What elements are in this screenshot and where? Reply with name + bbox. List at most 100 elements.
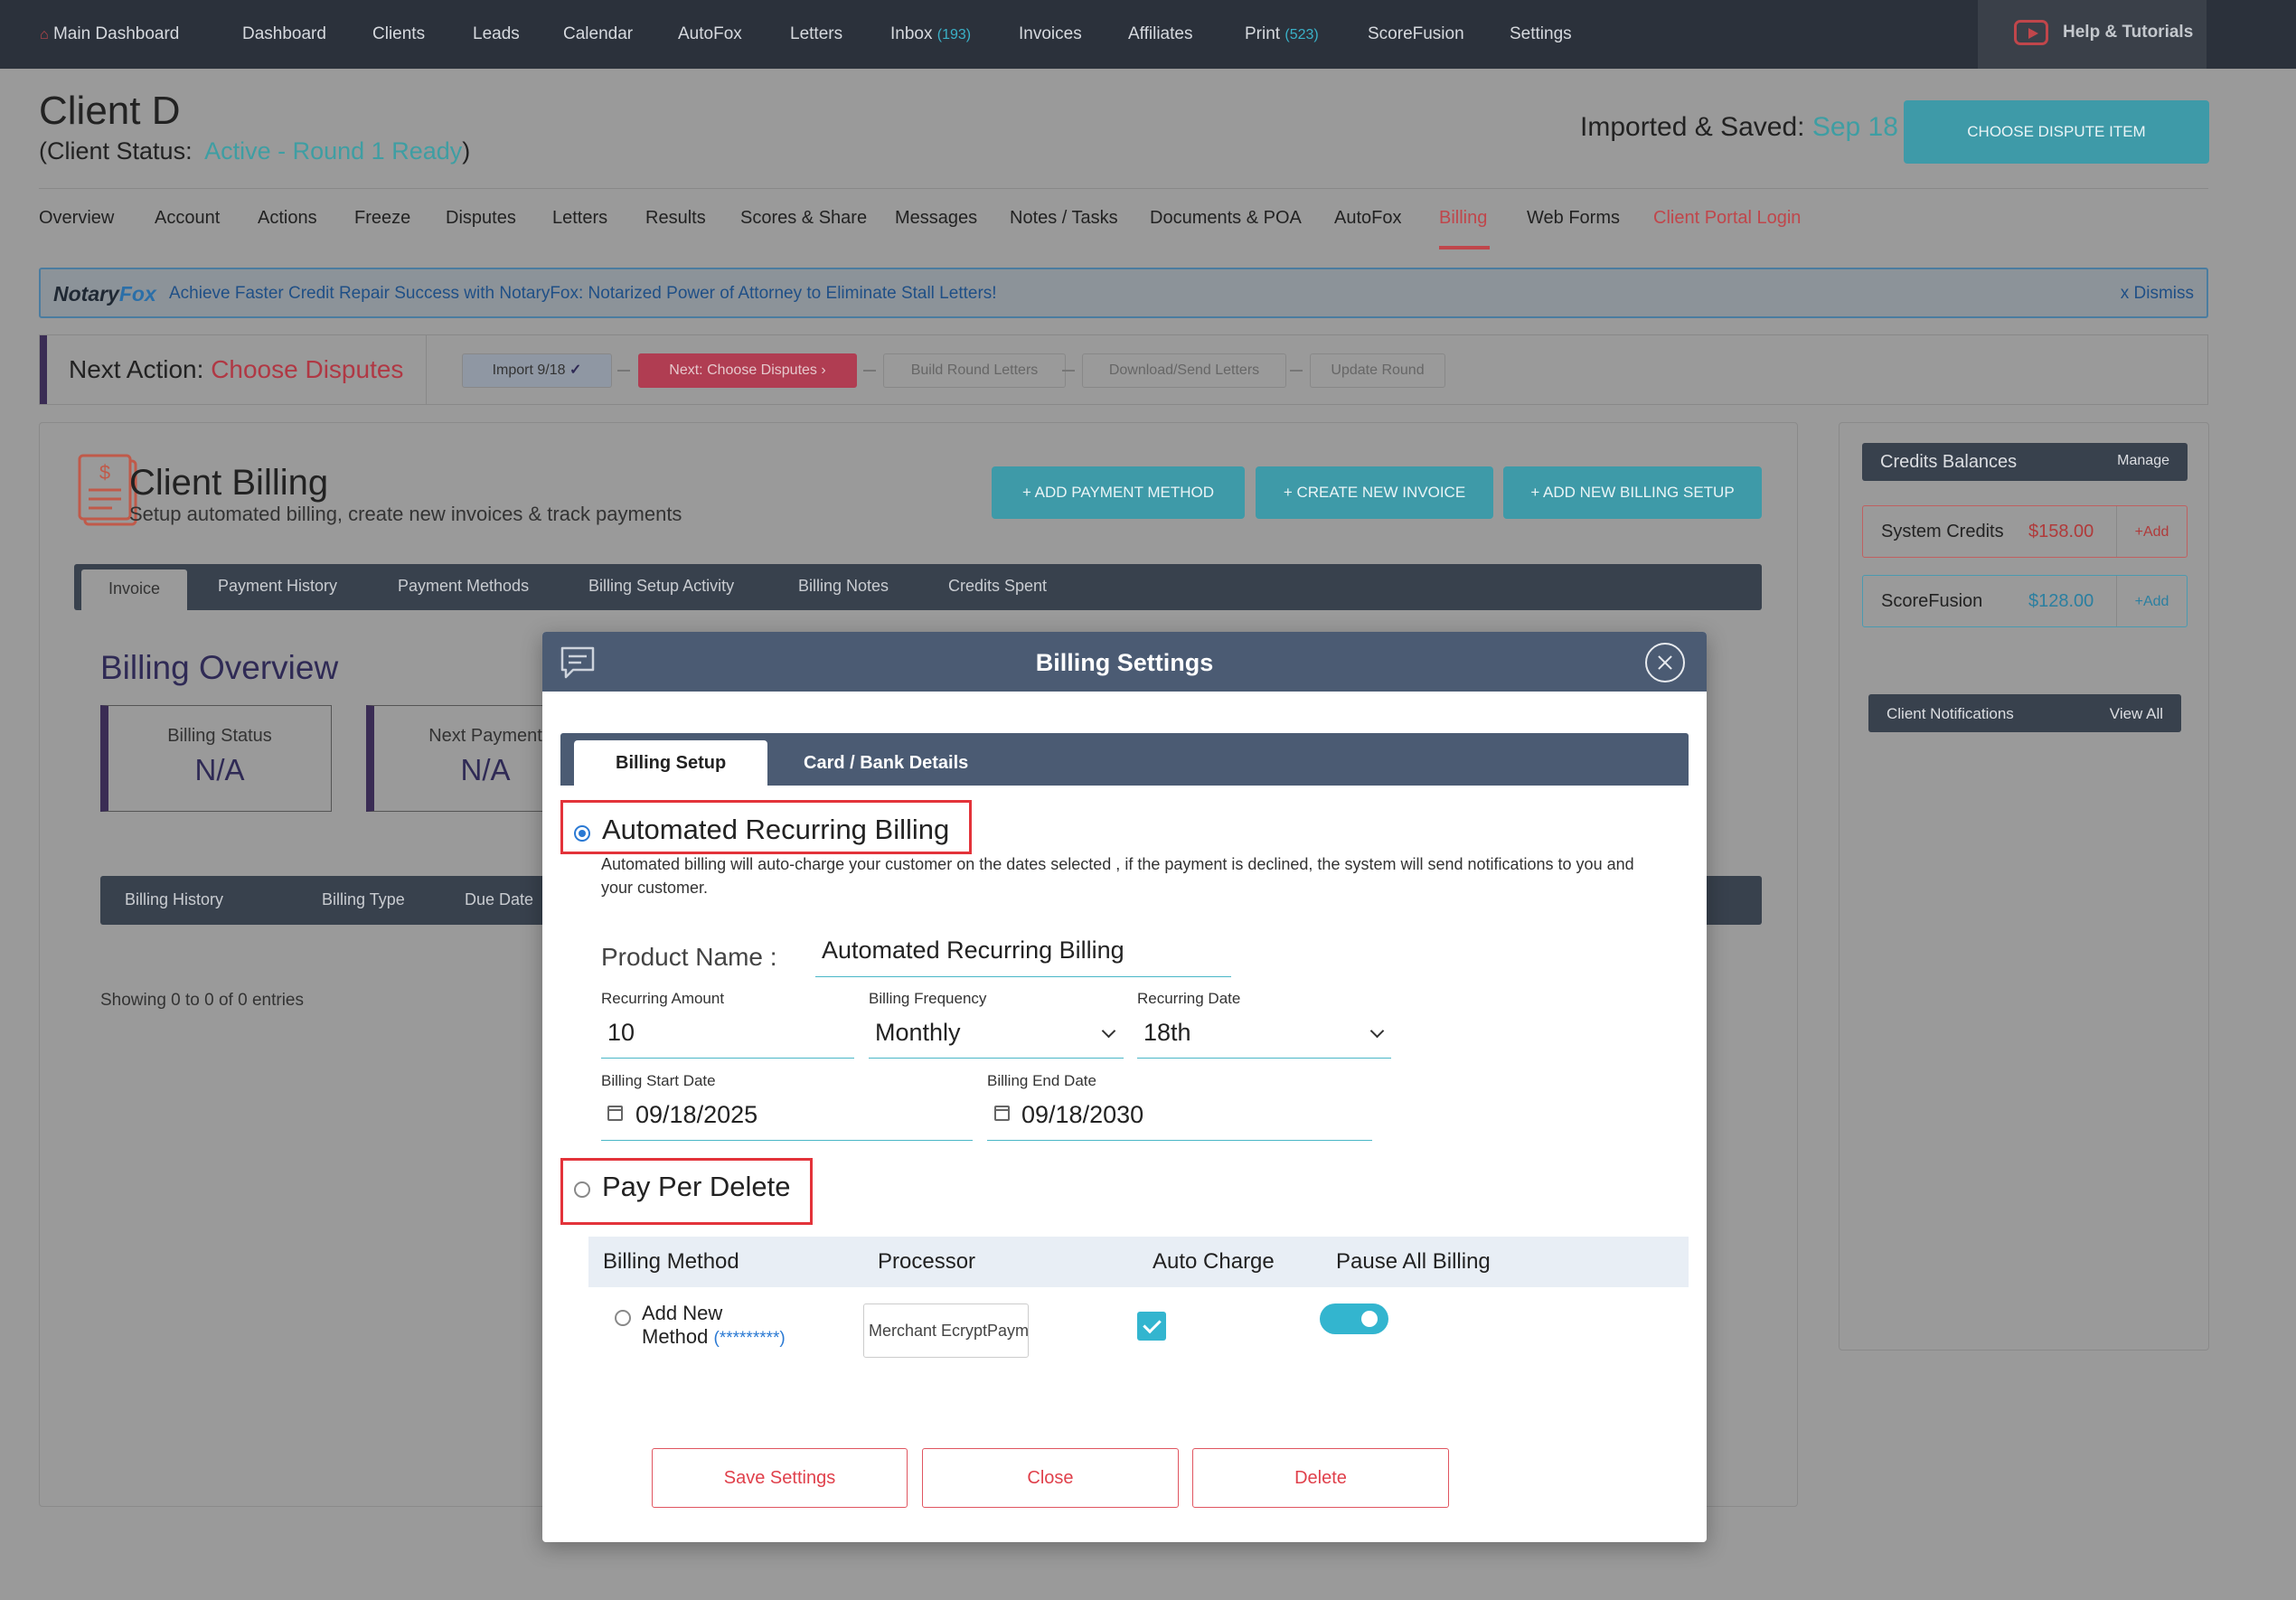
- create-new-invoice-button[interactable]: + CREATE NEW INVOICE: [1256, 466, 1493, 519]
- method-word: Method: [642, 1325, 709, 1348]
- billing-start-date-input[interactable]: 09/18/2025: [601, 1096, 973, 1141]
- billing-method-table-header: Billing Method Processor Auto Charge Pau…: [588, 1237, 1689, 1287]
- tab-results[interactable]: Results: [645, 208, 706, 229]
- tab-messages[interactable]: Messages: [895, 208, 977, 229]
- col-billing-history[interactable]: Billing History: [125, 890, 223, 909]
- divider: [39, 188, 2208, 189]
- step-connector: [863, 370, 876, 372]
- tab-letters[interactable]: Letters: [552, 208, 607, 229]
- tab-billing-notes[interactable]: Billing Notes: [798, 577, 889, 596]
- tab-overview[interactable]: Overview: [39, 208, 114, 229]
- nav-autofox[interactable]: AutoFox: [678, 0, 742, 69]
- pay-per-delete-radio[interactable]: [574, 1181, 590, 1198]
- dismiss-link[interactable]: x Dismiss: [2121, 284, 2194, 304]
- col-billing-method: Billing Method: [603, 1249, 739, 1274]
- modal-header: Billing Settings: [542, 632, 1707, 692]
- tab-disputes[interactable]: Disputes: [446, 208, 516, 229]
- auto-charge-checkbox[interactable]: [1137, 1312, 1166, 1341]
- step-import[interactable]: Import 9/18 ✓: [462, 353, 612, 388]
- add-new-method-radio[interactable]: [615, 1310, 631, 1326]
- help-label: Help & Tutorials: [2063, 23, 2194, 42]
- active-tab-indicator: [1439, 246, 1490, 249]
- recurring-amount-label: Recurring Amount: [601, 990, 725, 1007]
- nav-print[interactable]: Print (523): [1245, 0, 1319, 69]
- choose-dispute-item-button[interactable]: CHOOSE DISPUTE ITEM: [1904, 100, 2209, 164]
- tab-documents-poa[interactable]: Documents & POA: [1150, 208, 1302, 229]
- tab-autofox[interactable]: AutoFox: [1334, 208, 1401, 229]
- notaryfox-logo: NotaryFox: [53, 282, 156, 306]
- pay-per-delete-title: Pay Per Delete: [602, 1171, 791, 1202]
- tab-actions[interactable]: Actions: [258, 208, 317, 229]
- nav-inbox[interactable]: Inbox (193): [890, 0, 971, 69]
- recurring-amount-input[interactable]: 10: [601, 1013, 854, 1059]
- client-billing-subtitle: Setup automated billing, create new invo…: [129, 503, 682, 525]
- billing-frequency-select[interactable]: Monthly: [869, 1013, 1124, 1059]
- save-settings-button[interactable]: Save Settings: [652, 1448, 908, 1508]
- tab-web-forms[interactable]: Web Forms: [1527, 208, 1620, 229]
- col-billing-type[interactable]: Billing Type: [322, 890, 405, 909]
- nav-settings[interactable]: Settings: [1510, 0, 1572, 69]
- nav-letters[interactable]: Letters: [790, 0, 842, 69]
- nav-dashboard[interactable]: Dashboard: [242, 0, 326, 69]
- automated-billing-radio[interactable]: [574, 825, 590, 842]
- nav-label: Inbox: [890, 24, 933, 43]
- tab-freeze[interactable]: Freeze: [354, 208, 410, 229]
- next-action-value: Choose Disputes: [211, 355, 404, 383]
- status-prefix: (Client Status:: [39, 137, 193, 165]
- add-credits-button[interactable]: +Add: [2116, 576, 2187, 626]
- col-due-date[interactable]: Due Date: [465, 890, 533, 909]
- client-status: (Client Status: Active - Round 1 Ready): [39, 137, 470, 165]
- nav-scorefusion[interactable]: ScoreFusion: [1368, 0, 1464, 69]
- nav-leads[interactable]: Leads: [473, 0, 520, 69]
- billing-end-date-label: Billing End Date: [987, 1072, 1096, 1089]
- add-new-billing-setup-button[interactable]: + ADD NEW BILLING SETUP: [1503, 466, 1762, 519]
- divider: [426, 335, 427, 404]
- right-sidebar: [1839, 422, 2209, 1351]
- step-choose-disputes[interactable]: Next: Choose Disputes ›: [638, 353, 857, 388]
- tab-billing[interactable]: Billing: [1439, 208, 1487, 229]
- imported-date: Sep 18: [1811, 112, 1898, 142]
- close-button[interactable]: Close: [922, 1448, 1179, 1508]
- tab-payment-history[interactable]: Payment History: [218, 577, 337, 596]
- step-build-round-letters[interactable]: Build Round Letters: [883, 353, 1066, 388]
- billing-frequency-label: Billing Frequency: [869, 990, 987, 1007]
- recurring-date-select[interactable]: 18th: [1137, 1013, 1391, 1059]
- nav-main-dashboard[interactable]: ⌂ Main Dashboard: [40, 0, 179, 69]
- nav-affiliates[interactable]: Affiliates: [1128, 0, 1192, 69]
- pause-all-billing-toggle[interactable]: [1320, 1304, 1388, 1334]
- tab-billing-setup[interactable]: Billing Setup: [574, 740, 768, 786]
- product-name-input[interactable]: Automated Recurring Billing: [815, 936, 1231, 977]
- add-credits-button[interactable]: +Add: [2116, 506, 2187, 557]
- col-pause-all-billing: Pause All Billing: [1336, 1249, 1491, 1274]
- delete-button[interactable]: Delete: [1192, 1448, 1449, 1508]
- banner-message[interactable]: Achieve Faster Credit Repair Success wit…: [169, 284, 997, 304]
- tab-scores-share[interactable]: Scores & Share: [740, 208, 867, 229]
- youtube-icon: [2014, 20, 2048, 45]
- tab-payment-methods[interactable]: Payment Methods: [398, 577, 529, 596]
- tab-billing-setup-activity[interactable]: Billing Setup Activity: [588, 577, 734, 596]
- nav-label: Main Dashboard: [52, 24, 180, 43]
- next-action-prefix: Next Action:: [69, 355, 204, 383]
- billing-end-date-input[interactable]: 09/18/2030: [987, 1096, 1372, 1141]
- tab-credits-spent[interactable]: Credits Spent: [948, 577, 1047, 596]
- step-update-round[interactable]: Update Round: [1310, 353, 1445, 388]
- credits-title: Credits Balances: [1880, 452, 2018, 472]
- manage-link[interactable]: Manage: [2117, 453, 2169, 469]
- step-connector: [1290, 370, 1303, 372]
- processor-select[interactable]: Merchant EcryptPayment: [863, 1304, 1029, 1358]
- imported-saved: Imported & Saved: Sep 18: [1580, 112, 1898, 143]
- nav-invoices[interactable]: Invoices: [1019, 0, 1082, 69]
- help-tutorials-link[interactable]: Help & Tutorials: [1978, 0, 2207, 69]
- nav-calendar[interactable]: Calendar: [563, 0, 633, 69]
- view-all-link[interactable]: View All: [2110, 705, 2163, 723]
- tab-client-portal-login[interactable]: Client Portal Login: [1653, 208, 1801, 229]
- tab-account[interactable]: Account: [155, 208, 220, 229]
- tab-card-bank-details[interactable]: Card / Bank Details: [762, 740, 1010, 786]
- tab-notes-tasks[interactable]: Notes / Tasks: [1010, 208, 1118, 229]
- step-download-send-letters[interactable]: Download/Send Letters: [1082, 353, 1286, 388]
- logo-part: Fox: [118, 282, 156, 306]
- add-payment-method-button[interactable]: + ADD PAYMENT METHOD: [992, 466, 1245, 519]
- tab-invoice[interactable]: Invoice: [81, 569, 188, 610]
- close-icon[interactable]: [1645, 643, 1685, 682]
- nav-clients[interactable]: Clients: [372, 0, 425, 69]
